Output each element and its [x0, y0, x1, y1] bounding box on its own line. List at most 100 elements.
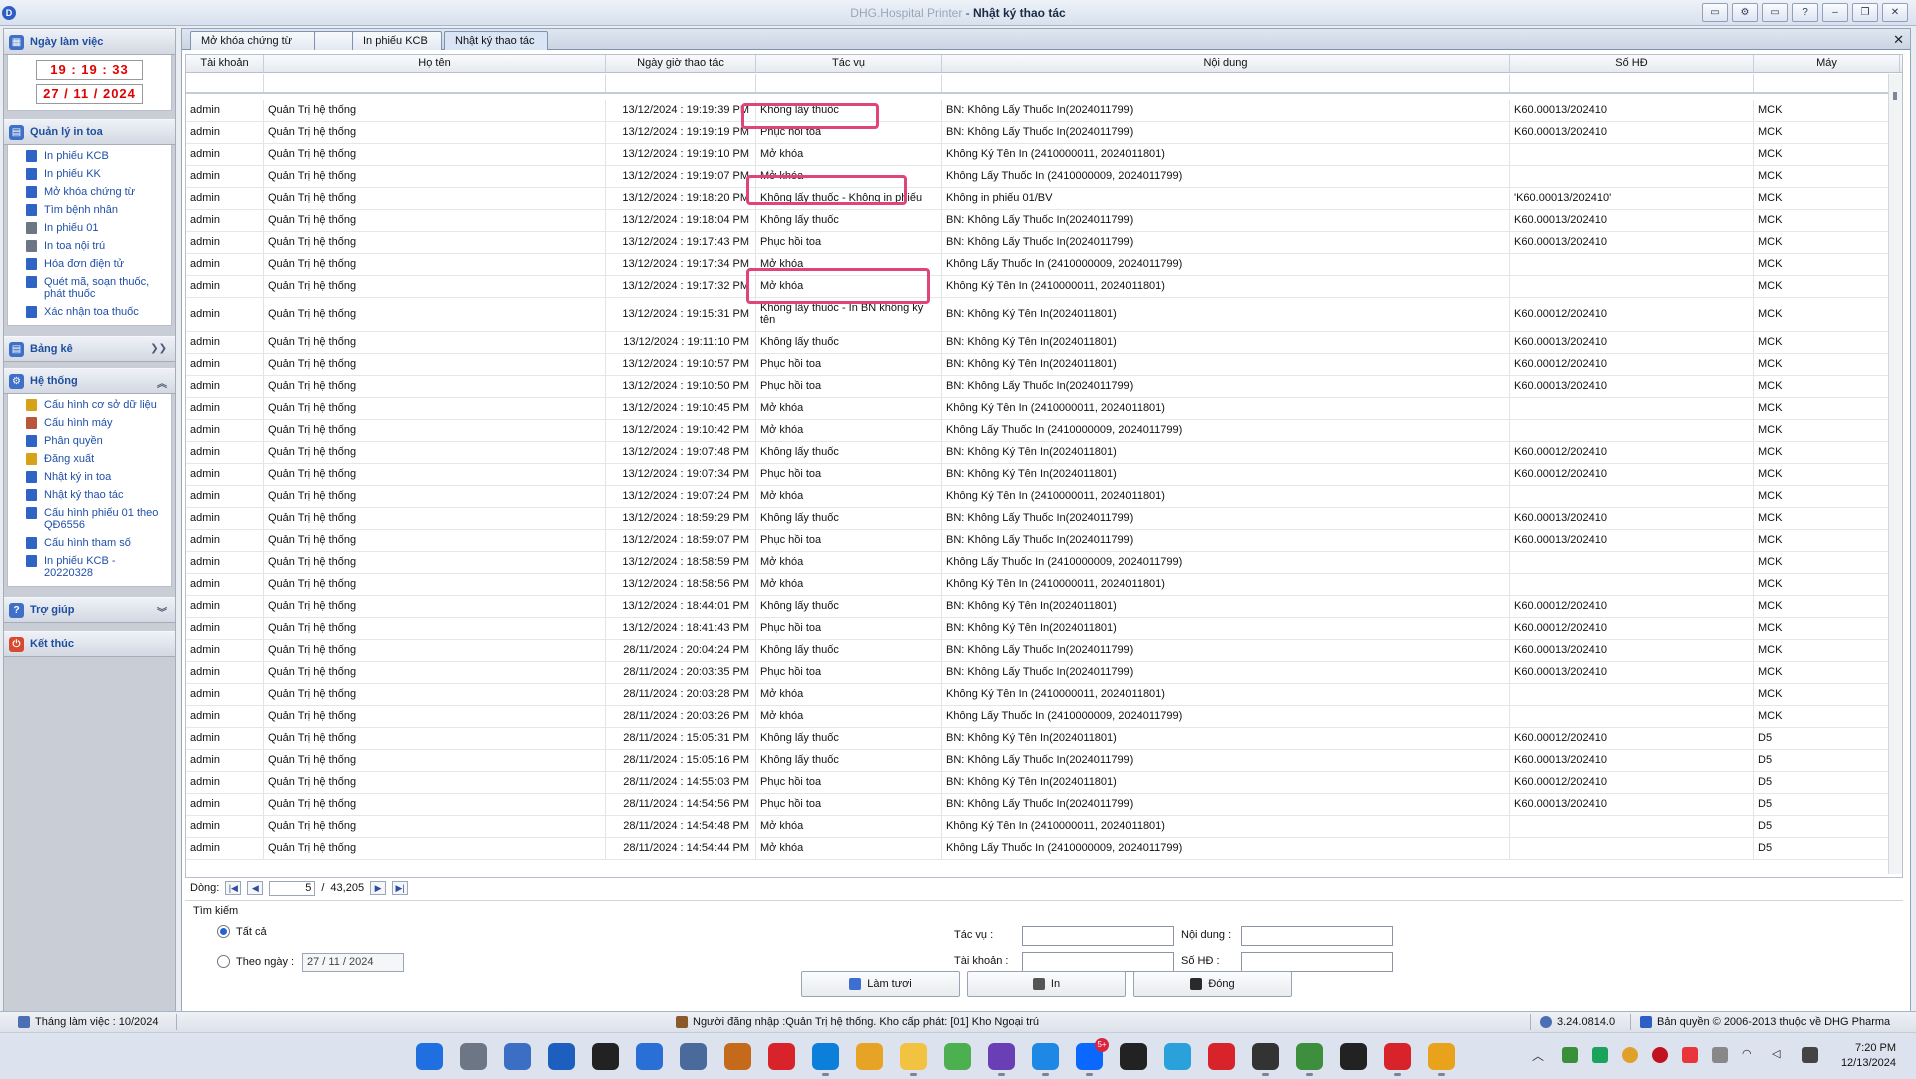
- sidebar-item-in-phieu-kk[interactable]: In phiếu KK: [8, 165, 171, 183]
- table-row[interactable]: admin Quản Trị hệ thống 13/12/2024 : 19:11…: [186, 332, 1902, 354]
- sidebar-item-phan-quyen[interactable]: Phân quyền: [8, 432, 171, 450]
- table-row[interactable]: admin Quản Trị hệ thống 13/12/2024 : 19:19…: [186, 144, 1902, 166]
- chevron-up-icon[interactable]: ︽: [157, 375, 167, 390]
- print-button[interactable]: In: [967, 971, 1126, 997]
- panel-tro-giup[interactable]: ? Trợ giúp ︾: [4, 597, 175, 623]
- sidebar-item-dang-xuat[interactable]: Đăng xuất: [8, 450, 171, 468]
- page-input[interactable]: 5: [269, 880, 316, 896]
- edge-icon[interactable]: [812, 1043, 839, 1076]
- panel-he-thong[interactable]: ⚙ Hệ thống ︽: [4, 368, 175, 394]
- tray-app-icon[interactable]: [1682, 1047, 1698, 1063]
- app-s-icon[interactable]: [768, 1043, 795, 1070]
- table-row[interactable]: admin Quản Trị hệ thống 13/12/2024 : 19:19…: [186, 122, 1902, 144]
- table-row[interactable]: admin Quản Trị hệ thống 13/12/2024 : 19:18…: [186, 210, 1902, 232]
- restore-button[interactable]: ❐: [1852, 3, 1878, 22]
- table-row[interactable]: admin Quản Trị hệ thống 13/12/2024 : 18:58…: [186, 552, 1902, 574]
- sidebar-item-in-phieu-kcb[interactable]: In phiếu KCB: [8, 147, 171, 165]
- close-tab-icon[interactable]: ✕: [1893, 32, 1904, 48]
- monitor-icon[interactable]: [680, 1043, 707, 1070]
- chatgpt-icon[interactable]: [1120, 1043, 1147, 1070]
- chevron-up-icon[interactable]: ︿: [1532, 1047, 1548, 1063]
- panel-bang-ke[interactable]: ▤ Bảng kê ❯❯: [4, 336, 175, 362]
- sidebar-item-cau-hinh-csdl[interactable]: Cấu hình cơ sở dữ liệu: [8, 396, 171, 414]
- table-row[interactable]: admin Quản Trị hệ thống 28/11/2024 : 14:55…: [186, 772, 1902, 794]
- taskbar-clock[interactable]: 7:20 PM 12/13/2024: [1841, 1041, 1896, 1071]
- tab-in-phieu-kcb[interactable]: In phiếu KCB: [352, 31, 442, 50]
- sidebar-item-in-phieu-kcb-2022[interactable]: In phiếu KCB - 20220328: [8, 552, 171, 582]
- task-input[interactable]: [1022, 926, 1174, 946]
- filter-cell[interactable]: [756, 74, 942, 92]
- table-row[interactable]: admin Quản Trị hệ thống 13/12/2024 : 19:10…: [186, 376, 1902, 398]
- table-row[interactable]: admin Quản Trị hệ thống 13/12/2024 : 19:17…: [186, 276, 1902, 298]
- filter-cell[interactable]: [264, 74, 606, 92]
- filter-cell[interactable]: [186, 74, 264, 92]
- close-window-button[interactable]: ✕: [1882, 3, 1908, 22]
- chevron-down-icon[interactable]: ❯❯: [150, 343, 167, 354]
- visual-studio-icon[interactable]: [988, 1043, 1015, 1076]
- col-header-datetime[interactable]: Ngày giờ thao tác: [606, 55, 756, 72]
- app-medical-icon[interactable]: [1384, 1043, 1411, 1076]
- tray-app-icon[interactable]: [1592, 1047, 1608, 1063]
- col-header-name[interactable]: Họ tên: [264, 55, 606, 72]
- windows-start-icon[interactable]: [416, 1043, 443, 1070]
- table-row[interactable]: admin Quản Trị hệ thống 28/11/2024 : 20:04…: [186, 640, 1902, 662]
- table-row[interactable]: admin Quản Trị hệ thống 13/12/2024 : 19:10…: [186, 354, 1902, 376]
- notepad-icon[interactable]: [944, 1043, 971, 1070]
- radio-dot[interactable]: [217, 955, 230, 968]
- table-row[interactable]: admin Quản Trị hệ thống 13/12/2024 : 18:59…: [186, 530, 1902, 552]
- photos-icon[interactable]: [548, 1043, 575, 1070]
- panel-prescription[interactable]: ▤ Quản lý in toa: [4, 119, 175, 145]
- wifi-icon[interactable]: ◠: [1742, 1047, 1758, 1063]
- record-icon[interactable]: [1652, 1047, 1668, 1063]
- table-row[interactable]: admin Quản Trị hệ thống 28/11/2024 : 14:54…: [186, 838, 1902, 860]
- sidebar-item-in-toa-noi-tru[interactable]: In toa nội trú: [8, 237, 171, 255]
- table-row[interactable]: admin Quản Trị hệ thống 13/12/2024 : 19:07…: [186, 442, 1902, 464]
- table-row[interactable]: admin Quản Trị hệ thống 28/11/2024 : 20:03…: [186, 706, 1902, 728]
- tab-blank[interactable]: [314, 31, 354, 50]
- col-header-task[interactable]: Tác vụ: [756, 55, 942, 72]
- chrome-icon[interactable]: [1428, 1043, 1455, 1076]
- col-header-content[interactable]: Nội dung: [942, 55, 1510, 72]
- zalo-icon[interactable]: 5+: [1076, 1038, 1109, 1076]
- vscode-icon[interactable]: [1032, 1043, 1059, 1076]
- filter-cell[interactable]: [1754, 74, 1900, 92]
- sidebar-item-quet-ma[interactable]: Quét mã, soạn thuốc, phát thuốc: [8, 273, 171, 303]
- col-header-account[interactable]: Tài khoản: [186, 55, 264, 72]
- invoice-input[interactable]: [1241, 952, 1393, 972]
- sidebar-item-hoa-don[interactable]: Hóa đơn điện tử: [8, 255, 171, 273]
- tray-app-icon[interactable]: [1562, 1047, 1578, 1063]
- table-row[interactable]: admin Quản Trị hệ thống 13/12/2024 : 19:19…: [186, 100, 1902, 122]
- next-page-button[interactable]: ▶: [370, 881, 387, 895]
- app-star-icon[interactable]: [1208, 1043, 1235, 1070]
- prev-page-button[interactable]: ◀: [247, 881, 264, 895]
- volume-icon[interactable]: ◁: [1772, 1047, 1788, 1063]
- sidebar-item-cau-hinh-may[interactable]: Cấu hình máy: [8, 414, 171, 432]
- table-row[interactable]: admin Quản Trị hệ thống 13/12/2024 : 19:17…: [186, 232, 1902, 254]
- app-dark-icon[interactable]: [1252, 1043, 1279, 1076]
- sidebar-item-mo-khoa[interactable]: Mở khóa chứng từ: [8, 183, 171, 201]
- radio-dot-selected[interactable]: [217, 925, 230, 938]
- chevron-down-icon[interactable]: ︾: [157, 604, 167, 619]
- content-input[interactable]: [1241, 926, 1393, 946]
- telegram-icon[interactable]: [1164, 1043, 1191, 1070]
- radio-by-date[interactable]: Theo ngày :: [217, 955, 294, 968]
- table-row[interactable]: admin Quản Trị hệ thống 28/11/2024 : 15:05…: [186, 750, 1902, 772]
- table-row[interactable]: admin Quản Trị hệ thống 13/12/2024 : 19:07…: [186, 486, 1902, 508]
- filter-cell[interactable]: [942, 74, 1510, 92]
- radio-all[interactable]: Tất cả: [217, 925, 267, 938]
- table-row[interactable]: admin Quản Trị hệ thống 13/12/2024 : 19:10…: [186, 420, 1902, 442]
- sidebar-item-tim-benh-nhan[interactable]: Tìm bệnh nhân: [8, 201, 171, 219]
- tab-mo-khoa[interactable]: Mở khóa chứng từ: [190, 31, 320, 50]
- scroll-thumb[interactable]: [1893, 92, 1897, 100]
- table-row[interactable]: admin Quản Trị hệ thống 13/12/2024 : 18:59…: [186, 508, 1902, 530]
- table-row[interactable]: admin Quản Trị hệ thống 28/11/2024 : 14:54…: [186, 794, 1902, 816]
- panel-ket-thuc[interactable]: ⏻ Kết thúc: [4, 631, 175, 657]
- sidebar-item-in-phieu-01[interactable]: In phiếu 01: [8, 219, 171, 237]
- table-row[interactable]: admin Quản Trị hệ thống 13/12/2024 : 19:17…: [186, 254, 1902, 276]
- table-row[interactable]: admin Quản Trị hệ thống 13/12/2024 : 18:58…: [186, 574, 1902, 596]
- chrome-icon[interactable]: [1622, 1047, 1638, 1063]
- first-page-button[interactable]: |◀: [225, 881, 242, 895]
- vertical-scrollbar[interactable]: [1888, 74, 1902, 874]
- refresh-button[interactable]: Làm tươi: [801, 971, 960, 997]
- col-header-machine[interactable]: Máy: [1754, 55, 1900, 72]
